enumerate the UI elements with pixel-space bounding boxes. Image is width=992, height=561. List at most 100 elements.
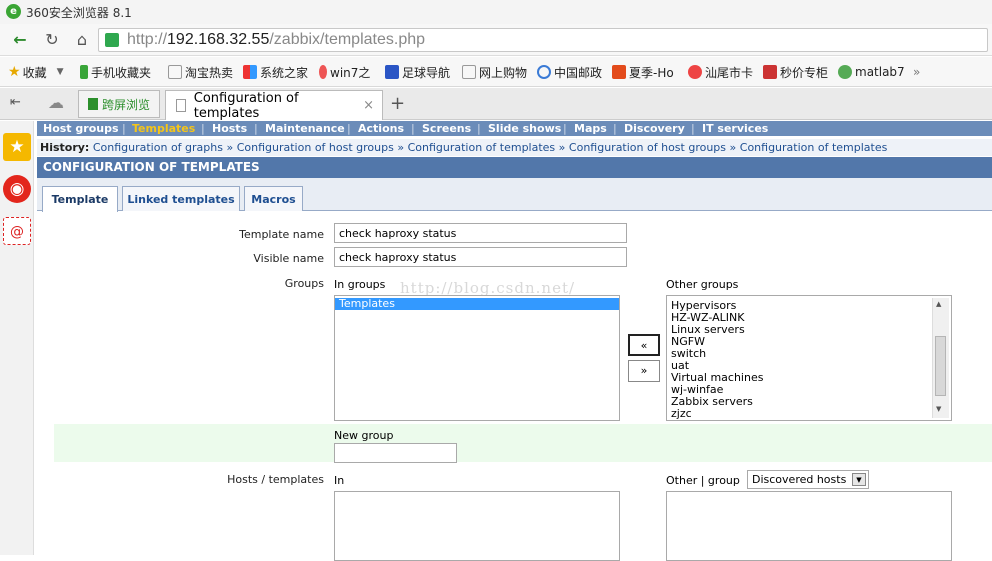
menu-discovery[interactable]: Discovery	[624, 122, 685, 135]
url-text: http://192.168.32.55/zabbix/templates.ph…	[127, 31, 426, 48]
list-item[interactable]: zjzc	[667, 408, 951, 420]
menu-host-groups[interactable]: Host groups	[43, 122, 119, 135]
other-group-label: Other | group	[666, 474, 740, 487]
menu-separator: |	[563, 122, 567, 135]
menu-separator: |	[254, 122, 258, 135]
menu-maps[interactable]: Maps	[574, 122, 607, 135]
menu-hosts[interactable]: Hosts	[212, 122, 247, 135]
tab-template[interactable]: Template	[42, 186, 118, 212]
hosts-templates-label: Hosts / templates	[227, 473, 324, 486]
menu-screens[interactable]: Screens	[422, 122, 471, 135]
favorite-item[interactable]: 系统之家	[243, 63, 308, 81]
menu-slide-shows[interactable]: Slide shows	[488, 122, 561, 135]
in-groups-listbox[interactable]: Templates	[334, 295, 620, 421]
favorite-item[interactable]: 手机收藏夹	[80, 63, 151, 81]
list-item[interactable]: NGFW	[667, 336, 951, 348]
site-icon	[838, 65, 852, 79]
menu-templates[interactable]: Templates	[132, 122, 195, 135]
scroll-up-icon[interactable]: ▲	[936, 300, 941, 308]
menu-separator: |	[411, 122, 415, 135]
home-icon[interactable]: ⌂	[70, 28, 94, 52]
menu-separator: |	[201, 122, 205, 135]
history-link[interactable]: Configuration of templates	[740, 141, 888, 154]
other-hosts-listbox[interactable]	[666, 491, 952, 561]
mail-icon[interactable]: @	[3, 217, 31, 245]
tab-linked-templates[interactable]: Linked templates	[122, 186, 240, 211]
menu-it-services[interactable]: IT services	[702, 122, 768, 135]
favorite-item[interactable]: 淘宝热卖	[168, 63, 233, 81]
weibo-icon[interactable]: ◉	[3, 175, 31, 203]
site-icon	[688, 65, 702, 79]
star-icon: ★	[8, 64, 21, 80]
shield-icon	[105, 33, 119, 47]
browser-navbar: ← ↻ ⌂ http://192.168.32.55/zabbix/templa…	[0, 24, 992, 56]
paw-icon	[385, 65, 399, 79]
favorite-item[interactable]: matlab7	[838, 63, 905, 81]
menu-maintenance[interactable]: Maintenance	[265, 122, 345, 135]
browser-logo-icon: e	[6, 4, 21, 19]
page-title: CONFIGURATION OF TEMPLATES	[37, 157, 992, 178]
tab-cross-screen[interactable]: 跨屏浏览	[78, 90, 160, 118]
chevron-down-icon[interactable]: ▼	[852, 473, 866, 486]
tab-macros[interactable]: Macros	[244, 186, 303, 211]
refresh-icon[interactable]: ↻	[40, 28, 64, 52]
windows-icon	[243, 65, 257, 79]
scroll-down-icon[interactable]: ▼	[936, 405, 941, 413]
address-bar[interactable]: http://192.168.32.55/zabbix/templates.ph…	[98, 28, 988, 52]
close-icon[interactable]: ×	[363, 98, 374, 113]
page-icon	[168, 65, 182, 79]
history-link[interactable]: Configuration of templates	[408, 141, 556, 154]
favorite-item[interactable]: 秒价专柜	[763, 63, 828, 81]
template-name-input[interactable]	[334, 223, 627, 243]
history-link[interactable]: Configuration of graphs	[93, 141, 223, 154]
form-tabs: Template Linked templates Macros	[37, 178, 992, 212]
tab-active[interactable]: Configuration of templates ×	[165, 90, 383, 121]
new-tab-button[interactable]: +	[390, 93, 405, 114]
visible-name-input[interactable]	[334, 247, 627, 267]
menu-actions[interactable]: Actions	[358, 122, 404, 135]
back-arrow-icon[interactable]: ←	[8, 28, 32, 52]
window-title: 360安全浏览器 8.1	[26, 6, 132, 20]
list-item[interactable]: Zabbix servers	[667, 396, 951, 408]
scrollbar-thumb[interactable]	[935, 336, 946, 396]
in-label: In	[334, 474, 345, 487]
page-icon	[176, 99, 186, 112]
tab-title: Configuration of templates	[193, 90, 299, 121]
other-groups-listbox[interactable]: Hypervisors HZ-WZ-ALINK Linux servers NG…	[666, 295, 952, 421]
favorite-item[interactable]: 夏季-Ho	[612, 63, 674, 81]
favorite-item[interactable]: 网上购物	[462, 63, 527, 81]
cloud-icon[interactable]: ☁	[48, 93, 64, 112]
group-select[interactable]: Discovered hosts ▼	[747, 470, 869, 489]
favorites-menu[interactable]: ★ 收藏 ▼	[8, 63, 64, 81]
favorite-item[interactable]: 足球导航	[385, 63, 450, 81]
menu-separator: |	[122, 122, 126, 135]
history-link[interactable]: Configuration of host groups	[569, 141, 726, 154]
tag-icon	[763, 65, 777, 79]
more-favorites-button[interactable]: »	[913, 63, 920, 81]
listbox-scrollbar[interactable]: ▲ ▼	[932, 298, 949, 418]
group-select-value: Discovered hosts	[752, 473, 847, 486]
favorites-star-icon[interactable]: ★	[3, 133, 31, 161]
list-item[interactable]: Linux servers	[667, 324, 951, 336]
sidebar-toggle-icon[interactable]: ⇤	[10, 95, 21, 110]
favorite-item[interactable]: 汕尾市卡	[688, 63, 753, 81]
list-item[interactable]: switch	[667, 348, 951, 360]
menu-separator: |	[613, 122, 617, 135]
main-menu: Host groups | Templates | Hosts | Mainte…	[37, 121, 992, 136]
new-group-input[interactable]	[334, 443, 457, 463]
new-group-row	[54, 424, 992, 462]
history-link[interactable]: Configuration of host groups	[237, 141, 394, 154]
search-icon	[537, 65, 551, 79]
menu-separator: |	[477, 122, 481, 135]
move-left-button[interactable]: «	[628, 334, 660, 356]
page-icon	[462, 65, 476, 79]
in-hosts-listbox[interactable]	[334, 491, 620, 561]
template-name-label: Template name	[239, 228, 324, 241]
favorite-item[interactable]: win7之	[319, 63, 370, 81]
favorite-item[interactable]: 中国邮政	[537, 63, 602, 81]
favorites-bar: ★ 收藏 ▼ 手机收藏夹 淘宝热卖 系统之家 win7之 足球导航 网上购物 中国邮…	[0, 57, 992, 87]
in-groups-label: In groups	[334, 278, 386, 291]
browser-tabbar: ⇤ ☁ 跨屏浏览 Configuration of templates × +	[0, 88, 992, 121]
move-right-button[interactable]: »	[628, 360, 660, 382]
list-item[interactable]: Templates	[335, 298, 619, 310]
